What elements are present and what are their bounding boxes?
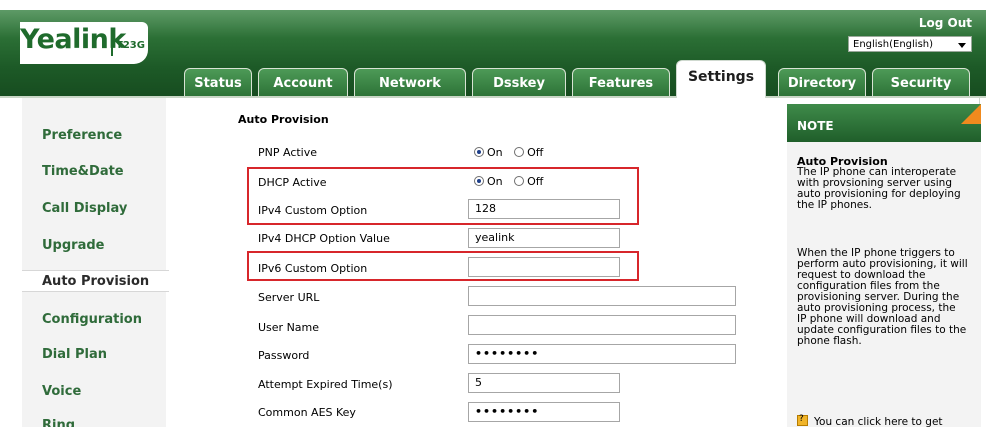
sidebar-item-preference[interactable]: Preference (22, 125, 166, 147)
server-url-input[interactable] (468, 286, 736, 306)
server-url-label: Server URL (258, 291, 320, 304)
chevron-down-icon (958, 43, 966, 48)
note-line: phone flash. (797, 335, 862, 347)
sidebar-item-upgrade[interactable]: Upgrade (22, 235, 166, 257)
note-header: NOTE (787, 104, 981, 142)
tab-security[interactable]: Security (872, 68, 970, 96)
help-icon (797, 414, 808, 426)
ipv4-dhcp-option-value-label: IPv4 DHCP Option Value (258, 232, 390, 245)
password-input[interactable]: •••••••• (468, 344, 736, 364)
sidebar-item-time-date[interactable]: Time&Date (22, 161, 166, 183)
highlight-box-ipv6 (247, 251, 639, 281)
ipv4-dhcp-option-value-input[interactable]: yealink (468, 228, 620, 248)
language-select[interactable]: English(English) (848, 36, 972, 52)
attempt-expired-time-input[interactable]: 5 (468, 373, 620, 393)
note-corner-icon (961, 104, 981, 124)
language-selected-value: English(English) (853, 39, 934, 50)
sidebar-item-call-display[interactable]: Call Display (22, 198, 166, 220)
logout-link[interactable]: Log Out (919, 16, 972, 30)
note-paragraph-1: The IP phone can interoperate with provs… (797, 167, 979, 211)
sidebar-item-configuration[interactable]: Configuration (22, 309, 166, 331)
tab-status[interactable]: Status (184, 68, 252, 96)
note-help-text: You can click here to get (814, 416, 943, 427)
note-paragraph-2: When the IP phone triggers to perform au… (797, 248, 979, 347)
tab-dsskey[interactable]: Dsskey (472, 68, 566, 96)
pnp-active-on-radio[interactable] (474, 147, 484, 157)
sidebar-item-dial-plan[interactable]: Dial Plan (22, 344, 166, 366)
common-aes-key-input[interactable]: •••••••• (468, 402, 620, 422)
sidebar (22, 98, 166, 427)
web-ui-frame: Yealink T23G Log Out English(English) St… (0, 0, 986, 427)
password-label: Password (258, 349, 310, 362)
pnp-active-radio-group: On Off (474, 146, 551, 159)
tab-account[interactable]: Account (258, 68, 348, 96)
logo-model: T23G (116, 40, 145, 51)
logo-brand: Yealink (20, 24, 126, 55)
sidebar-item-voice[interactable]: Voice (22, 381, 166, 403)
pnp-active-on-label: On (487, 146, 503, 159)
sidebar-item-ring[interactable]: Ring (22, 415, 166, 427)
pnp-active-off-radio[interactable] (514, 147, 525, 157)
highlight-box-dhcp-ipv4 (247, 167, 639, 225)
tab-network[interactable]: Network (354, 68, 466, 96)
tab-settings[interactable]: Settings (676, 60, 766, 98)
tab-features[interactable]: Features (572, 68, 670, 96)
note-line: the IP phones. (797, 199, 873, 211)
pnp-active-label: PNP Active (258, 146, 318, 159)
yealink-logo: Yealink T23G (20, 22, 148, 64)
common-aes-key-label: Common AES Key (258, 406, 356, 419)
pnp-active-off-label: Off (527, 146, 544, 159)
attempt-expired-time-label: Attempt Expired Time(s) (258, 378, 393, 391)
sidebar-item-auto-provision[interactable]: Auto Provision (22, 270, 169, 292)
user-name-label: User Name (258, 321, 320, 334)
note-help-link[interactable]: You can click here to get (797, 414, 943, 427)
tab-directory[interactable]: Directory (778, 68, 866, 96)
section-title: Auto Provision (238, 113, 329, 126)
user-name-input[interactable] (468, 315, 736, 335)
